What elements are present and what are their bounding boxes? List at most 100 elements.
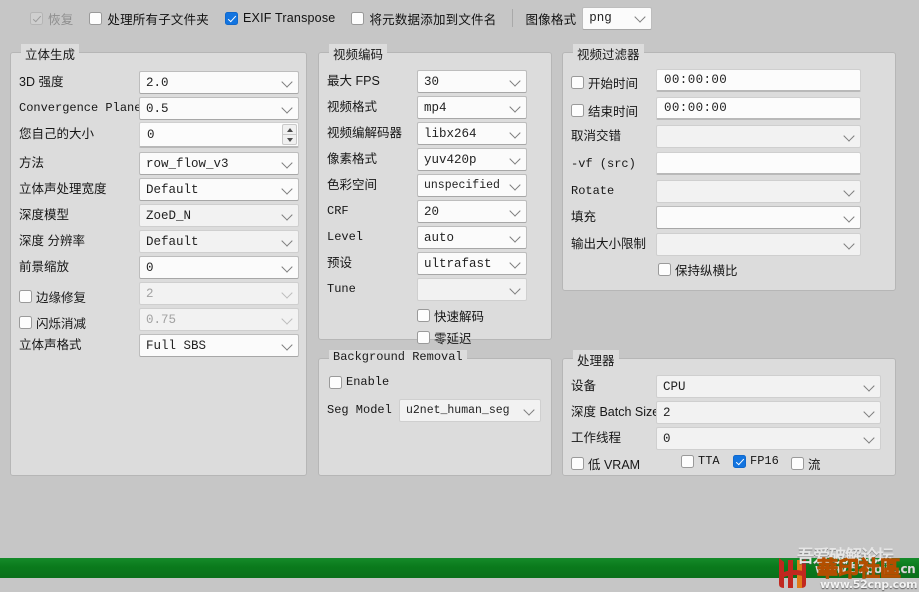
stereo-generation-group: 立体生成 3D 强度 2.0 Convergence Plane 0.5 您自己… — [10, 44, 307, 476]
chevron-down-icon — [843, 210, 855, 223]
stereo-row-label-0: 3D 强度 — [19, 75, 64, 89]
crf-combo[interactable]: 20 — [417, 200, 527, 223]
keep-aspect-checkbox[interactable] — [658, 263, 671, 276]
worker-threads-combo[interactable]: 0 — [656, 427, 881, 450]
vf-src-field[interactable] — [656, 152, 861, 175]
tune-combo[interactable] — [417, 278, 527, 301]
zero-latency-checkbox-item[interactable]: 零延迟 — [417, 328, 472, 347]
filter-row-label-3: 填充 — [571, 210, 597, 224]
edge-repair-value: 2 — [146, 286, 154, 301]
start-time-checkbox-item[interactable]: 开始时间 — [571, 73, 638, 92]
bg-removal-enable-checkbox-item[interactable]: Enable — [329, 375, 389, 389]
deinterlace-combo[interactable] — [656, 125, 861, 148]
zero-latency-checkbox[interactable] — [417, 331, 430, 344]
stereo-3d-strength-combo[interactable]: 2.0 — [139, 71, 299, 94]
padding-combo[interactable] — [656, 206, 861, 229]
bg-removal-enable-checkbox[interactable] — [329, 375, 342, 389]
end-time-checkbox[interactable] — [571, 104, 584, 117]
convergence-plane-combo[interactable]: 0.5 — [139, 97, 299, 120]
filter-row-label-1: -vf (src) — [571, 157, 636, 171]
keep-aspect-checkbox-item[interactable]: 保持纵横比 — [658, 260, 738, 279]
image-format-combo[interactable]: png — [582, 6, 653, 30]
seg-model-value: u2net_human_seg — [406, 404, 510, 417]
fast-decode-label: 快速解码 — [434, 310, 485, 324]
chevron-down-icon — [281, 182, 293, 195]
stereo-format-combo[interactable]: Full SBS — [139, 334, 299, 357]
pixel-format-combo[interactable]: yuv420p — [417, 148, 527, 171]
fp16-checkbox-item[interactable]: FP16 — [733, 454, 779, 468]
image-format-label: 图像格式 — [525, 12, 577, 27]
end-time-field[interactable]: 00:00:00 — [656, 97, 861, 120]
rotate-combo[interactable] — [656, 180, 861, 203]
tta-checkbox[interactable] — [681, 454, 694, 468]
low-vram-checkbox-item[interactable]: 低 VRAM — [571, 454, 640, 473]
chevron-down-icon — [281, 75, 293, 88]
stereo-row-label-4: 立体声处理宽度 — [19, 182, 107, 196]
image-format-value: png — [589, 11, 612, 25]
process-subfolders-checkbox-item[interactable]: 处理所有子文件夹 — [89, 9, 209, 28]
stream-checkbox[interactable] — [791, 457, 804, 470]
enc-row-label-7: 预设 — [327, 256, 353, 270]
chevron-down-icon — [843, 184, 855, 197]
device-combo[interactable]: CPU — [656, 375, 881, 398]
fp16-checkbox[interactable] — [733, 454, 746, 468]
add-metadata-checkbox[interactable] — [351, 11, 365, 25]
chevron-down-icon — [509, 178, 521, 191]
own-size-spinner[interactable]: 0 — [139, 122, 299, 148]
video-format-combo[interactable]: mp4 — [417, 96, 527, 119]
fast-decode-checkbox-item[interactable]: 快速解码 — [417, 306, 484, 325]
restore-checkbox-item[interactable]: 恢复 — [30, 9, 73, 28]
own-size-value: 0 — [147, 127, 155, 142]
crf-value: 20 — [424, 204, 440, 219]
own-size-spin-buttons[interactable] — [282, 124, 297, 145]
flicker-reduction-checkbox-item[interactable]: 闪烁消减 — [19, 313, 86, 332]
depth-model-combo[interactable]: ZoeD_N — [139, 204, 299, 227]
end-time-checkbox-item[interactable]: 结束时间 — [571, 101, 638, 120]
app-window: 恢复 处理所有子文件夹 EXIF Transpose 将元数据添加到文件名 图像… — [0, 0, 919, 592]
add-metadata-checkbox-item[interactable]: 将元数据添加到文件名 — [351, 9, 496, 28]
level-combo[interactable]: auto — [417, 226, 527, 249]
video-codec-value: libx264 — [424, 126, 477, 141]
stream-checkbox-item[interactable]: 流 — [791, 454, 821, 473]
chevron-down-icon — [523, 403, 535, 416]
start-time-field[interactable]: 00:00:00 — [656, 69, 861, 92]
chevron-down-icon — [863, 431, 875, 444]
method-combo[interactable]: row_flow_v3 — [139, 152, 299, 175]
depth-resolution-combo[interactable]: Default — [139, 230, 299, 253]
stereo-row-label-10: 立体声格式 — [19, 338, 82, 352]
chevron-down-icon — [281, 338, 293, 351]
depth-batch-size-combo[interactable]: 2 — [656, 401, 881, 424]
video-filter-title: 视频过滤器 — [573, 44, 644, 63]
start-time-label: 开始时间 — [588, 77, 639, 91]
exif-transpose-checkbox-item[interactable]: EXIF Transpose — [225, 11, 335, 25]
output-size-limit-combo[interactable] — [656, 233, 861, 256]
chevron-down-icon — [509, 74, 521, 87]
low-vram-checkbox[interactable] — [571, 457, 584, 470]
keep-aspect-label: 保持纵横比 — [675, 264, 738, 278]
stereo-width-combo[interactable]: Default — [139, 178, 299, 201]
start-time-checkbox[interactable] — [571, 76, 584, 89]
fast-decode-checkbox[interactable] — [417, 309, 430, 322]
color-space-combo[interactable]: unspecified — [417, 174, 527, 197]
max-fps-combo[interactable]: 30 — [417, 70, 527, 93]
proc-row-label-2: 工作线程 — [571, 431, 622, 445]
chevron-down-icon — [281, 156, 293, 169]
exif-transpose-checkbox[interactable] — [225, 11, 239, 25]
video-filter-group: 视频过滤器 开始时间 00:00:00 结束时间 00:00:00 取消交错 -… — [562, 44, 896, 291]
flicker-reduction-checkbox[interactable] — [19, 316, 32, 329]
enc-row-label-4: 色彩空间 — [327, 178, 378, 192]
watermark-site-url-2: www.52cnp.com — [820, 578, 918, 591]
edge-repair-checkbox[interactable] — [19, 290, 32, 303]
tta-checkbox-item[interactable]: TTA — [681, 454, 720, 468]
preset-combo[interactable]: ultrafast — [417, 252, 527, 275]
spinner-up-icon[interactable] — [282, 124, 297, 134]
enc-row-label-8: Tune — [327, 282, 356, 296]
video-codec-combo[interactable]: libx264 — [417, 122, 527, 145]
spinner-down-icon[interactable] — [282, 134, 297, 145]
enc-row-label-1: 视频格式 — [327, 100, 378, 114]
seg-model-combo[interactable]: u2net_human_seg — [399, 399, 541, 422]
bg-removal-enable-label: Enable — [346, 375, 390, 389]
process-subfolders-checkbox[interactable] — [89, 11, 103, 25]
foreground-scale-combo[interactable]: 0 — [139, 256, 299, 279]
edge-repair-checkbox-item[interactable]: 边缘修复 — [19, 287, 86, 306]
